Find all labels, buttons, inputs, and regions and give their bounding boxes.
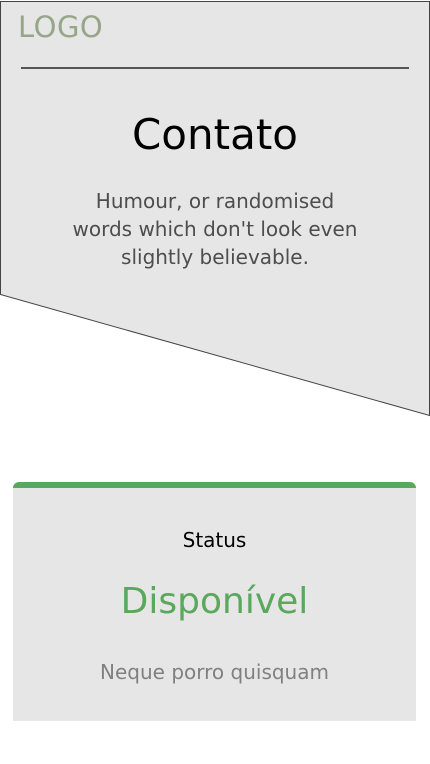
status-description: Neque porro quisquam [100, 660, 329, 684]
hero-description: Humour, or randomised words which don't … [72, 189, 358, 269]
status-value: Disponível [120, 581, 309, 622]
page-title: Contato [131, 110, 298, 159]
header-divider [21, 67, 409, 69]
status-label: Status [182, 528, 247, 552]
status-card: Status Disponível Neque porro quisquam [13, 482, 416, 721]
logo[interactable]: LOGO [18, 10, 103, 44]
contact-hero: LOGO Contato Humour, or randomised words… [0, 0, 430, 420]
